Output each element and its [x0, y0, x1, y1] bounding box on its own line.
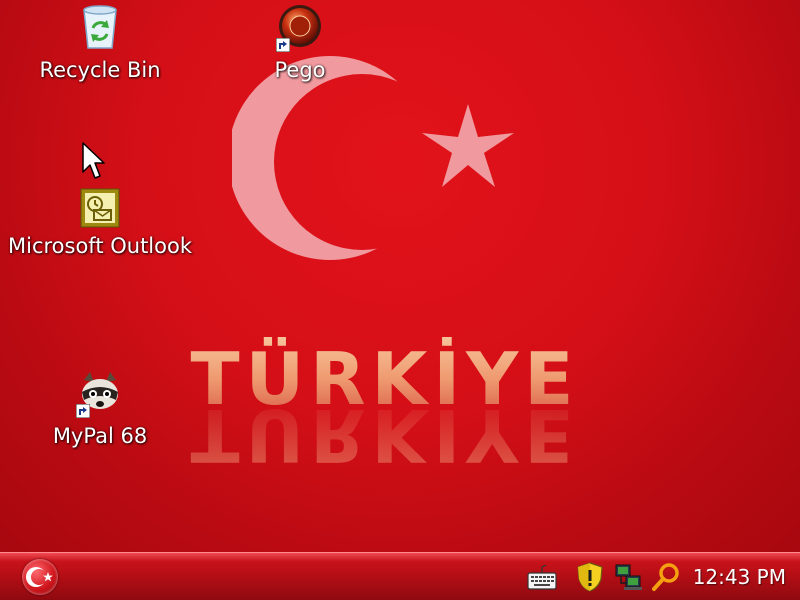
mouse-pointer-icon: [82, 142, 105, 179]
recycle-bin-icon: [76, 4, 124, 52]
taskbar-clock[interactable]: 12:43 PM: [693, 565, 786, 589]
desktop-icon-recycle-bin[interactable]: Recycle Bin: [0, 4, 200, 82]
taskbar: 12:43 PM: [0, 552, 800, 600]
desktop: TÜRKİYE TÜRKİYE Recycle Bin Pego Microso…: [0, 0, 800, 552]
desktop-icon-label: Microsoft Outlook: [7, 234, 192, 258]
crescent-star-icon: [26, 567, 53, 587]
shortcut-arrow-icon: [276, 38, 290, 52]
start-button[interactable]: [22, 559, 58, 595]
wallpaper-turkiye-text: TÜRKİYE TÜRKİYE: [191, 337, 580, 466]
desktop-icon-label: Recycle Bin: [39, 58, 161, 82]
mypal-icon: [76, 370, 124, 418]
desktop-icon-mypal-68[interactable]: MyPal 68: [0, 370, 200, 448]
shortcut-arrow-icon: [76, 404, 90, 418]
desktop-icon-label: Pego: [274, 58, 326, 82]
desktop-icon-microsoft-outlook[interactable]: Microsoft Outlook: [0, 188, 200, 258]
pego-icon: [276, 4, 324, 52]
keyboard-icon[interactable]: [526, 561, 558, 593]
search-icon[interactable]: [650, 561, 682, 593]
wallpaper-word-reflection: TÜRKİYE: [191, 393, 580, 466]
outlook-icon: [80, 188, 120, 228]
network-icon[interactable]: [612, 561, 644, 593]
desktop-icon-label: MyPal 68: [52, 424, 148, 448]
wallpaper-crescent-star: [232, 56, 514, 260]
security-shield-icon[interactable]: [574, 561, 606, 593]
desktop-icon-pego[interactable]: Pego: [200, 4, 400, 82]
